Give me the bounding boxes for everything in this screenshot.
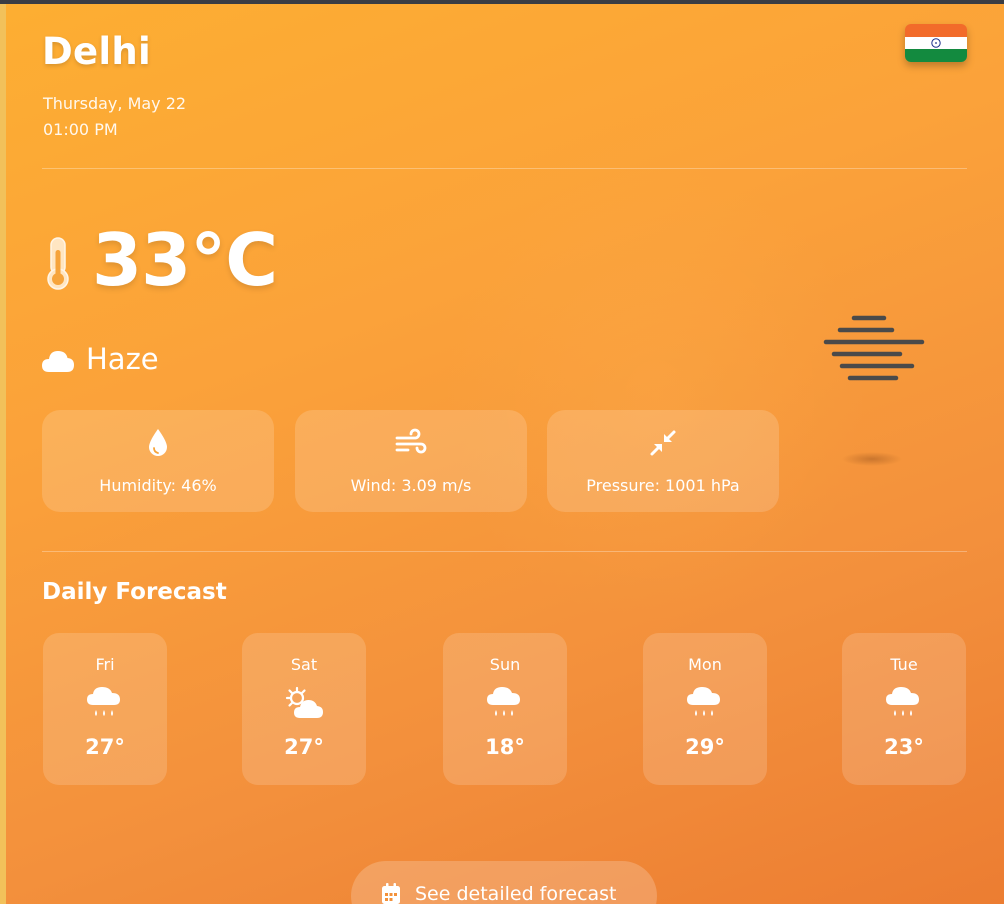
wind-card: Wind: 3.09 m/s bbox=[295, 410, 527, 512]
forecast-day-label: Tue bbox=[890, 655, 918, 674]
forecast-temp: 23° bbox=[884, 735, 924, 759]
thermometer-icon bbox=[47, 237, 69, 290]
humidity-label: Humidity: 46% bbox=[99, 476, 217, 495]
india-flag-icon bbox=[905, 24, 967, 62]
current-date: Thursday, May 22 bbox=[43, 94, 187, 113]
forecast-day-label: Sat bbox=[290, 655, 318, 674]
droplet-icon bbox=[149, 429, 167, 456]
forecast-day-label: Fri bbox=[95, 655, 115, 674]
header-divider bbox=[42, 168, 967, 169]
cloud-sun-icon bbox=[285, 686, 323, 718]
forecast-temp: 29° bbox=[685, 735, 725, 759]
forecast-day-fri[interactable]: Fri 27° bbox=[43, 633, 167, 785]
cloud-rain-icon bbox=[487, 687, 520, 716]
pressure-card: Pressure: 1001 hPa bbox=[547, 410, 779, 512]
current-condition: Haze bbox=[86, 342, 159, 376]
haze-icon bbox=[823, 315, 925, 381]
city-name: Delhi bbox=[42, 30, 152, 73]
haze-icon-shadow bbox=[842, 452, 902, 466]
section-divider bbox=[42, 551, 967, 552]
current-time: 01:00 PM bbox=[43, 120, 118, 139]
cloud-rain-icon bbox=[87, 687, 120, 716]
forecast-day-label: Mon bbox=[688, 655, 722, 674]
forecast-day-label: Sun bbox=[489, 655, 521, 674]
wind-label: Wind: 3.09 m/s bbox=[350, 476, 472, 495]
cloud-icon bbox=[42, 351, 74, 372]
see-detailed-forecast-button[interactable]: See detailed forecast bbox=[351, 861, 657, 904]
humidity-card: Humidity: 46% bbox=[42, 410, 274, 512]
calendar-icon bbox=[382, 883, 400, 904]
daily-forecast-title: Daily Forecast bbox=[42, 579, 227, 605]
pressure-label: Pressure: 1001 hPa bbox=[586, 476, 740, 495]
background-glow bbox=[446, 164, 866, 624]
forecast-temp: 27° bbox=[85, 735, 125, 759]
forecast-temp: 18° bbox=[485, 735, 525, 759]
forecast-day-tue[interactable]: Tue 23° bbox=[842, 633, 966, 785]
compress-icon bbox=[650, 430, 676, 456]
wind-icon bbox=[395, 428, 427, 454]
weather-card: Delhi Thursday, May 22 01:00 PM 33°C Haz… bbox=[6, 4, 1004, 904]
cloud-rain-icon bbox=[687, 687, 720, 716]
see-detailed-forecast-label: See detailed forecast bbox=[415, 883, 617, 904]
forecast-day-sat[interactable]: Sat 27° bbox=[242, 633, 366, 785]
forecast-day-mon[interactable]: Mon 29° bbox=[643, 633, 767, 785]
current-temperature: 33°C bbox=[92, 218, 278, 302]
cloud-rain-icon bbox=[886, 687, 919, 716]
forecast-day-sun[interactable]: Sun 18° bbox=[443, 633, 567, 785]
forecast-temp: 27° bbox=[284, 735, 324, 759]
